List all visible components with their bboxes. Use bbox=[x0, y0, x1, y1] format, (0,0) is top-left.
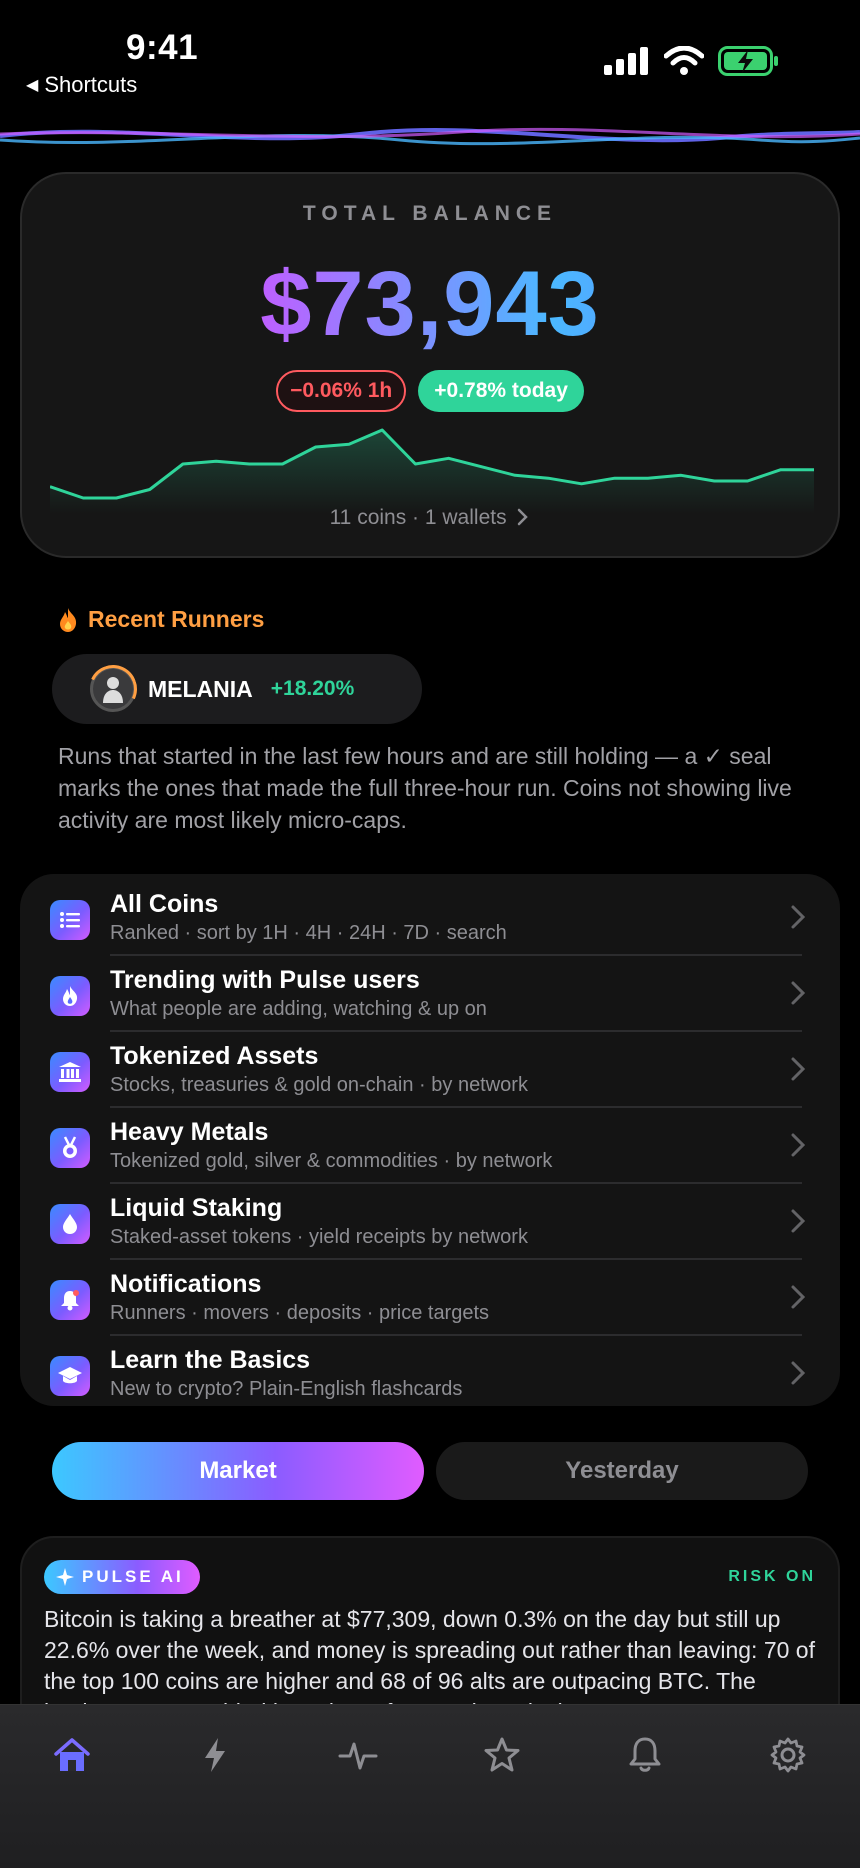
menu-title: Liquid Staking bbox=[110, 1194, 283, 1222]
menu-title: Heavy Metals bbox=[110, 1118, 269, 1146]
back-to-shortcuts-link[interactable]: ◀ Shortcuts bbox=[26, 72, 137, 98]
melania-avatar bbox=[90, 666, 136, 712]
chevron-right-icon bbox=[791, 1361, 806, 1385]
total-balance-label: TOTAL BALANCE bbox=[302, 202, 558, 225]
tab-home[interactable] bbox=[42, 1733, 102, 1777]
recent-runners-title: Recent Runners bbox=[88, 606, 265, 632]
chevron-right-icon bbox=[791, 1133, 806, 1157]
menu-title: All Coins bbox=[110, 890, 219, 918]
menu-item-heavy-metals[interactable]: Heavy Metals Tokenized gold, silver & co… bbox=[20, 1108, 840, 1184]
back-triangle-icon: ◀ bbox=[26, 77, 39, 94]
chevron-right-icon bbox=[791, 981, 806, 1005]
status-bar: 9:41 ◀ Shortcuts bbox=[0, 0, 860, 120]
change-pills: −0.06% 1h +0.78% today bbox=[22, 370, 838, 412]
runner-change: +18.20% bbox=[270, 677, 355, 700]
home-icon bbox=[53, 1738, 90, 1771]
chevron-right-icon bbox=[791, 1285, 806, 1309]
tab-alerts[interactable] bbox=[615, 1733, 675, 1777]
back-label: Shortcuts bbox=[44, 72, 138, 97]
pulse-icon bbox=[338, 1742, 378, 1770]
menu-subtitle: New to crypto? Plain-English flashcards bbox=[110, 1378, 463, 1400]
chevron-right-icon bbox=[791, 1057, 806, 1081]
chevron-right-icon bbox=[791, 1209, 806, 1233]
menu-title: Trending with Pulse users bbox=[110, 966, 420, 994]
menu-title: Notifications bbox=[110, 1270, 262, 1298]
graduation-cap-icon bbox=[50, 1356, 90, 1396]
bolt-icon bbox=[204, 1738, 225, 1772]
menu-title: Tokenized Assets bbox=[110, 1042, 319, 1070]
portrait-icon bbox=[103, 677, 123, 703]
bell-icon bbox=[629, 1737, 661, 1772]
sparkline-area bbox=[50, 430, 814, 514]
status-time: 9:41 bbox=[126, 28, 199, 67]
total-balance-value: $73,943 bbox=[22, 252, 838, 357]
tab-pulse[interactable] bbox=[328, 1733, 388, 1777]
gear-icon bbox=[770, 1737, 806, 1773]
battery-charging-icon bbox=[718, 46, 778, 76]
runner-chip-melania[interactable]: MELANIA +18.20% bbox=[52, 654, 422, 724]
sparkle-icon bbox=[56, 1568, 74, 1586]
tab-bar bbox=[0, 1704, 860, 1868]
change-today-badge: +0.78% today bbox=[418, 370, 584, 412]
menu-subtitle: Stocks, treasuries & gold on-chain · by … bbox=[110, 1074, 528, 1096]
menu-subtitle: Ranked · sort by 1H · 4H · 24H · 7D · se… bbox=[110, 922, 507, 944]
menu-title: Learn the Basics bbox=[110, 1346, 311, 1374]
segment-yesterday-button[interactable]: Yesterday bbox=[436, 1442, 808, 1500]
tab-settings[interactable] bbox=[758, 1733, 818, 1777]
menu-subtitle: Staked-asset tokens · yield receipts by … bbox=[110, 1226, 528, 1248]
menu-item-tokenized-assets[interactable]: Tokenized Assets Stocks, treasuries & go… bbox=[20, 1032, 840, 1108]
wifi-icon bbox=[664, 46, 704, 75]
tab-watchlist[interactable] bbox=[472, 1733, 532, 1777]
menu-subtitle: Runners · movers · deposits · price targ… bbox=[110, 1302, 490, 1324]
status-icons bbox=[604, 46, 780, 76]
menu-subtitle: What people are adding, watching & up on bbox=[110, 998, 487, 1020]
change-1h-badge: −0.06% 1h bbox=[276, 370, 407, 412]
runners-description: Runs that started in the last few hours … bbox=[58, 743, 792, 833]
chevron-right-icon bbox=[791, 905, 806, 929]
recent-runners-heading: Recent Runners bbox=[58, 606, 264, 633]
feature-menu: All Coins Ranked · sort by 1H · 4H · 24H… bbox=[20, 874, 840, 1406]
bank-icon bbox=[50, 1052, 90, 1092]
siri-wave-decoration bbox=[0, 127, 860, 146]
list-icon bbox=[50, 900, 90, 940]
pulse-ai-label: PULSE AI bbox=[82, 1567, 184, 1586]
risk-status: RISK ON bbox=[728, 1568, 816, 1585]
segment-market-button[interactable]: Market bbox=[52, 1442, 424, 1500]
menu-item-all-coins[interactable]: All Coins Ranked · sort by 1H · 4H · 24H… bbox=[20, 880, 840, 956]
menu-item-trending[interactable]: Trending with Pulse users What people ar… bbox=[20, 956, 840, 1032]
wallet-summary-link[interactable]: 11 coins · 1 wallets bbox=[22, 506, 838, 530]
flame-icon bbox=[50, 976, 90, 1016]
menu-item-learn-basics[interactable]: Learn the Basics New to crypto? Plain-En… bbox=[20, 1336, 840, 1412]
drop-icon bbox=[50, 1204, 90, 1244]
pulse-ai-badge: PULSE AI bbox=[44, 1560, 200, 1594]
bell-icon bbox=[50, 1280, 90, 1320]
menu-item-liquid-staking[interactable]: Liquid Staking Staked-asset tokens · yie… bbox=[20, 1184, 840, 1260]
balance-sparkline bbox=[50, 428, 814, 514]
balance-card[interactable]: TOTAL BALANCE $73,943 −0.06% 1h +0.78% t… bbox=[20, 172, 840, 558]
fire-icon bbox=[60, 607, 77, 632]
menu-item-notifications[interactable]: Notifications Runners · movers · deposit… bbox=[20, 1260, 840, 1336]
tab-movers[interactable] bbox=[185, 1733, 245, 1777]
wallet-summary-text: 11 coins · 1 wallets bbox=[329, 506, 507, 529]
signal-icon bbox=[604, 47, 648, 75]
menu-subtitle: Tokenized gold, silver & commodities · b… bbox=[110, 1150, 553, 1172]
runner-name: MELANIA bbox=[148, 675, 253, 702]
star-icon bbox=[484, 1737, 520, 1772]
medal-icon bbox=[50, 1128, 90, 1168]
chevron-right-icon bbox=[518, 508, 529, 526]
